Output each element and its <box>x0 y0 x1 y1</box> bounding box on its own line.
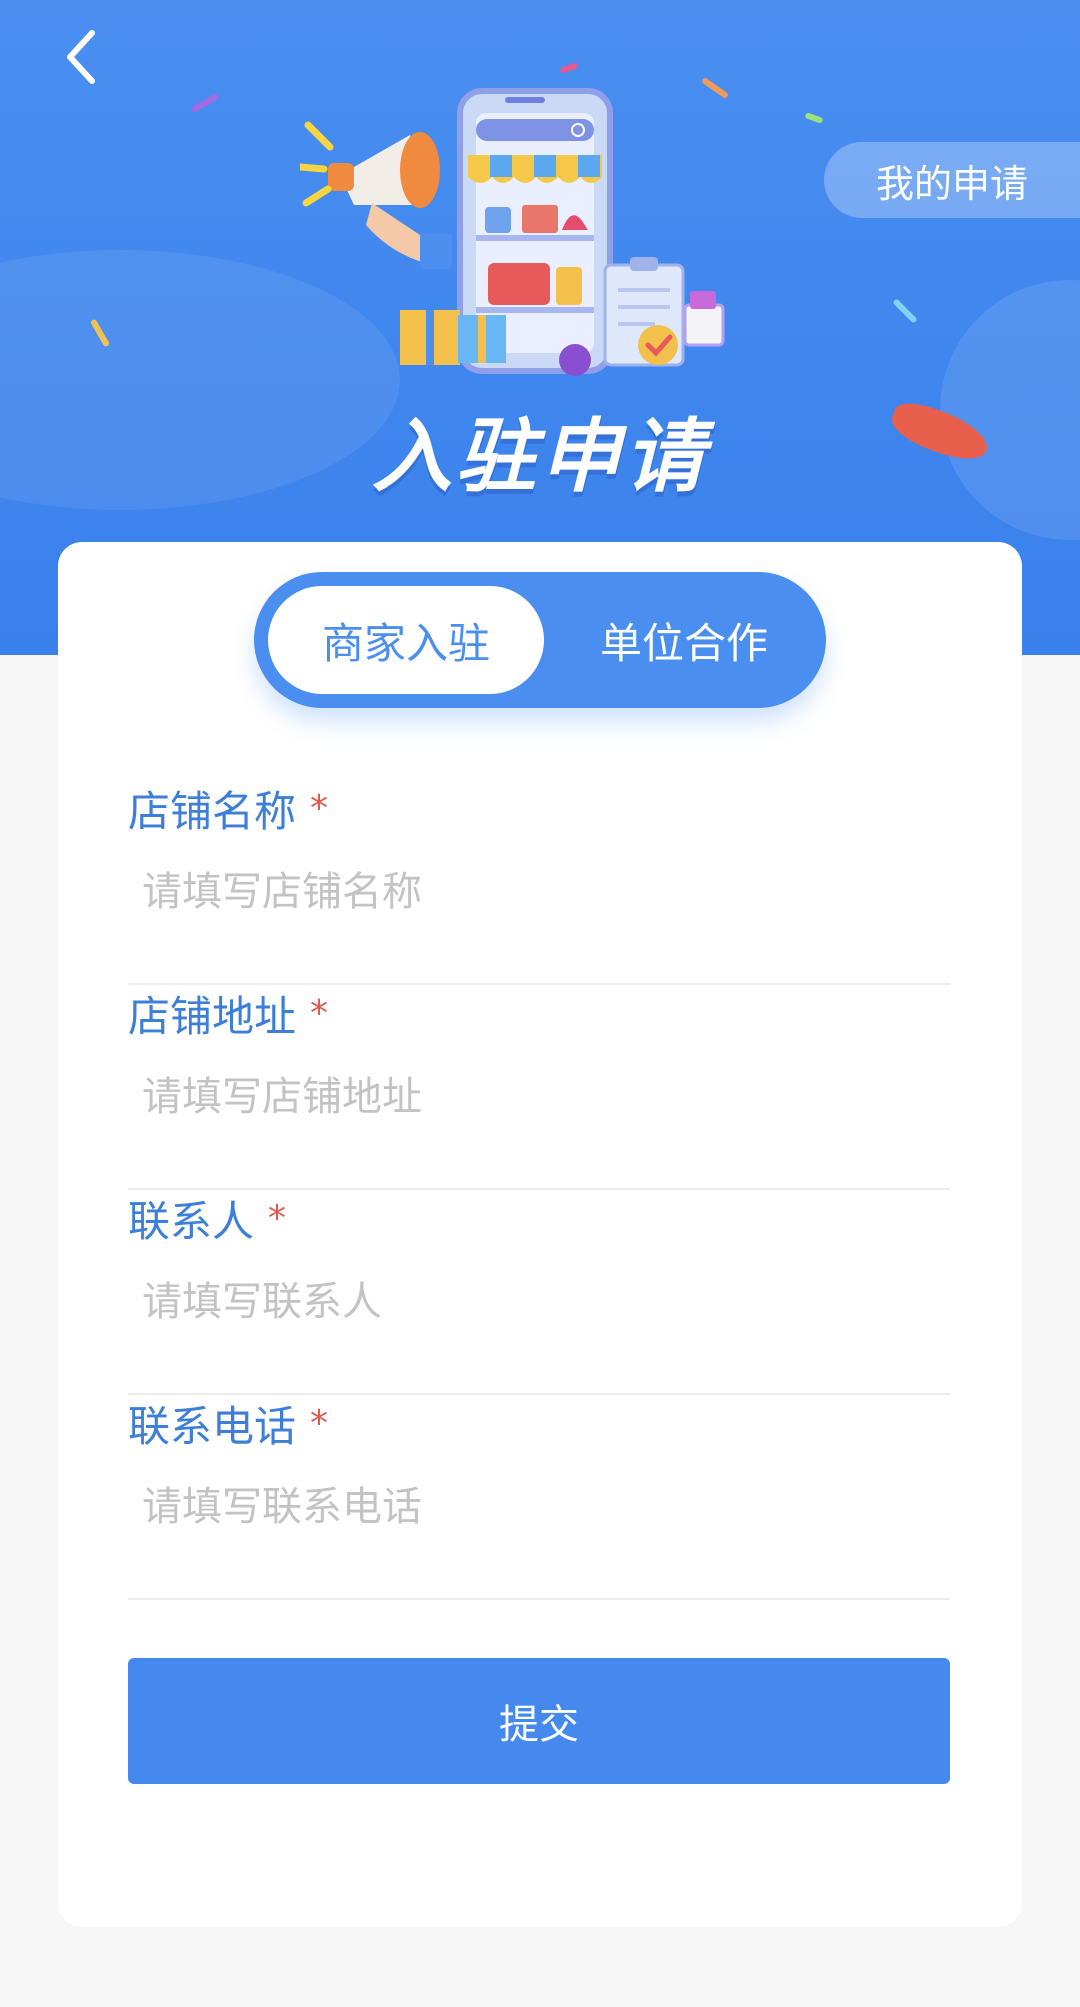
required-mark: * <box>268 1198 287 1239</box>
confetti-decoration <box>559 62 579 74</box>
tab-merchant[interactable]: 商家入驻 <box>268 586 544 694</box>
contact-phone-label: 联系电话 <box>128 1402 297 1451</box>
confetti-decoration <box>804 112 824 124</box>
field-label: 店铺名称 * <box>128 778 328 839</box>
tab-switcher: 商家入驻 单位合作 <box>254 572 826 708</box>
submit-button[interactable]: 提交 <box>128 1658 950 1784</box>
application-form-card: 商家入驻 单位合作 店铺名称 * 店铺地址 * 联系人 * <box>58 542 1022 1927</box>
page-title: 入驻申请 <box>372 410 708 503</box>
contact-person-input[interactable] <box>142 1272 942 1332</box>
tab-partnership[interactable]: 单位合作 <box>554 586 814 694</box>
shop-address-input[interactable] <box>142 1067 942 1127</box>
shop-name-input[interactable] <box>142 862 942 922</box>
field-label: 联系人 * <box>128 1188 286 1249</box>
back-button[interactable] <box>46 22 116 92</box>
shop-name-label: 店铺名称 <box>128 787 297 836</box>
field-label: 联系电话 * <box>128 1393 328 1454</box>
field-label: 店铺地址 * <box>128 983 328 1044</box>
contact-person-field: 联系人 * <box>128 1188 950 1395</box>
shop-address-label: 店铺地址 <box>128 992 297 1041</box>
required-mark: * <box>310 993 329 1034</box>
shop-name-field: 店铺名称 * <box>128 778 950 985</box>
shop-illustration <box>300 88 725 376</box>
required-mark: * <box>310 1403 329 1444</box>
required-mark: * <box>310 788 329 829</box>
shop-address-field: 店铺地址 * <box>128 983 950 1190</box>
merchant-apply-page: 我的申请 入驻申请 商家入驻 单位合作 店铺名称 * 请填写店铺名称 店铺地址 … <box>0 0 1080 2007</box>
contact-phone-input[interactable] <box>142 1477 942 1537</box>
confetti-decoration <box>190 92 220 114</box>
contact-phone-field: 联系电话 * <box>128 1393 950 1600</box>
contact-person-label: 联系人 <box>128 1197 255 1246</box>
confetti-decoration <box>892 298 918 324</box>
chevron-left-icon <box>67 30 95 84</box>
my-applications-button[interactable]: 我的申请 <box>824 142 1080 218</box>
